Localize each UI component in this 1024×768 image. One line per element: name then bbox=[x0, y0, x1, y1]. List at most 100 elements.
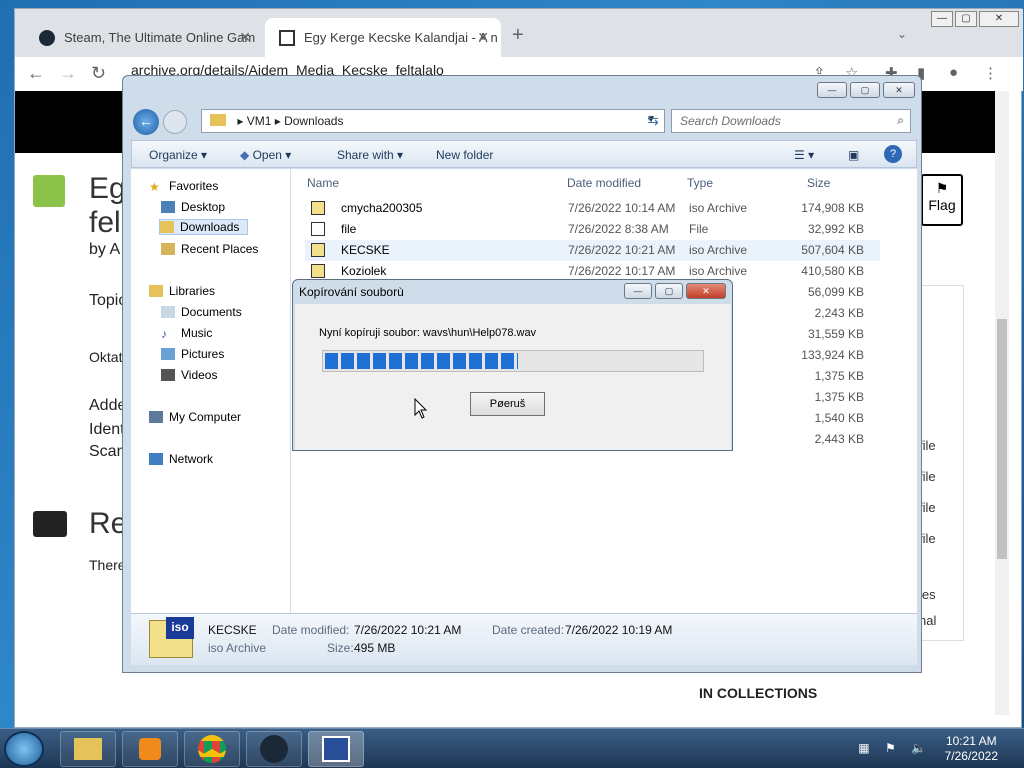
nav-pictures[interactable]: Pictures bbox=[161, 347, 224, 361]
column-name[interactable]: Name bbox=[307, 176, 339, 190]
open-button[interactable]: ◆ Open ▾ bbox=[240, 148, 291, 162]
new-folder-button[interactable]: New folder bbox=[436, 148, 493, 162]
nav-documents[interactable]: Documents bbox=[161, 305, 242, 319]
breadcrumb-separator: ▸ bbox=[274, 114, 285, 128]
maximize-button[interactable]: ▢ bbox=[955, 11, 977, 27]
minimize-button[interactable]: — bbox=[817, 82, 847, 98]
archive-icon bbox=[279, 29, 295, 46]
dialog-body: Nyní kopíruji soubor: wavs\hun\Help078.w… bbox=[295, 304, 731, 450]
profile-icon[interactable]: ● bbox=[949, 64, 958, 81]
preview-pane-icon[interactable]: ▣ bbox=[848, 148, 859, 162]
file-size: 1,375 KB bbox=[814, 390, 864, 404]
chevron-down-icon[interactable]: ⌄ bbox=[897, 27, 907, 41]
nav-downloads[interactable]: Downloads bbox=[159, 219, 249, 235]
minimize-button[interactable]: — bbox=[931, 11, 953, 27]
iso-icon-label: iso bbox=[166, 617, 194, 639]
clock-date: 7/26/2022 bbox=[944, 749, 998, 763]
help-icon[interactable]: ? bbox=[884, 145, 902, 163]
file-size: 133,924 KB bbox=[801, 348, 864, 362]
address-bar[interactable]: ▸ VM1 ▸ Downloads ▼ bbox=[201, 109, 665, 133]
share-with-button[interactable]: Share with ▾ bbox=[337, 148, 403, 162]
back-button[interactable]: ← bbox=[133, 109, 159, 135]
flag-button[interactable]: ⚑ Flag bbox=[921, 174, 963, 226]
column-type[interactable]: Type bbox=[687, 176, 713, 190]
file-size: 410,580 KB bbox=[801, 264, 864, 278]
detail-type: iso Archive bbox=[208, 641, 267, 655]
nav-videos[interactable]: Videos bbox=[161, 368, 217, 382]
column-size[interactable]: Size bbox=[807, 176, 830, 190]
file-size: 31,559 KB bbox=[807, 327, 864, 341]
media-player-icon bbox=[139, 738, 161, 760]
close-button[interactable]: ✕ bbox=[979, 11, 1019, 27]
scrollbar-thumb[interactable] bbox=[997, 319, 1007, 559]
column-date-modified[interactable]: Date modified bbox=[567, 176, 641, 190]
detail-name: KECSKE bbox=[208, 623, 257, 637]
copy-status-text: Nyní kopíruji soubor: wavs\hun\Help078.w… bbox=[319, 327, 537, 339]
taskbar-chrome[interactable] bbox=[184, 731, 240, 767]
forward-icon[interactable]: → bbox=[59, 63, 77, 84]
copy-dialog: Kopírování souborù — ▢ ✕ Nyní kopíruji s… bbox=[292, 279, 733, 451]
refresh-icon[interactable]: ⇆ bbox=[641, 109, 665, 133]
file-name: cmycha200305 bbox=[341, 201, 423, 215]
downloads-folder-icon bbox=[160, 221, 174, 233]
author-line[interactable]: by A bbox=[89, 241, 120, 259]
file-row[interactable]: file 7/26/2022 8:38 AM File 32,992 KB bbox=[305, 219, 880, 240]
file-row[interactable]: KECSKE 7/26/2022 10:21 AM iso Archive 507,6… bbox=[305, 240, 880, 261]
taskbar-media-player[interactable] bbox=[122, 731, 178, 767]
organize-label: Organize bbox=[149, 148, 198, 162]
breadcrumb-vm1[interactable]: VM1 bbox=[247, 114, 272, 128]
taskbar-explorer[interactable] bbox=[60, 731, 116, 767]
close-icon[interactable]: ✕ bbox=[477, 29, 489, 46]
search-input[interactable]: Search Downloads ⌕ bbox=[671, 109, 911, 133]
nav-libraries[interactable]: Libraries bbox=[149, 284, 215, 298]
computer-icon bbox=[149, 411, 163, 423]
added-text: Adde bbox=[89, 397, 127, 414]
taskbar-installer[interactable] bbox=[308, 731, 364, 767]
system-tray-icons[interactable]: ▦ ⚑ 🔈 bbox=[858, 741, 932, 755]
maximize-button[interactable]: ▢ bbox=[655, 283, 683, 299]
tab-title: Steam, The Ultimate Online Gam bbox=[64, 30, 256, 45]
dialog-title: Kopírování souborù bbox=[299, 285, 404, 299]
star-icon: ★ bbox=[149, 180, 160, 194]
nav-recent-places[interactable]: Recent Places bbox=[161, 242, 258, 256]
file-size: 1,540 KB bbox=[814, 411, 864, 425]
topic-text: Topic bbox=[89, 292, 127, 309]
file-type: File bbox=[689, 222, 709, 236]
file-row[interactable]: cmycha200305 7/26/2022 10:14 AM iso Archiv… bbox=[305, 198, 880, 219]
organize-button[interactable]: Organize ▾ bbox=[149, 148, 207, 162]
nav-label: Desktop bbox=[181, 200, 226, 214]
breadcrumb-downloads[interactable]: Downloads bbox=[284, 114, 343, 128]
nav-music[interactable]: ♪ Music bbox=[161, 326, 212, 341]
file-type: iso Archive bbox=[689, 264, 748, 278]
taskbar-steam[interactable] bbox=[246, 731, 302, 767]
search-placeholder: Search Downloads bbox=[680, 114, 781, 128]
nav-network[interactable]: Network bbox=[149, 452, 213, 466]
network-icon bbox=[149, 453, 163, 465]
back-icon[interactable]: ← bbox=[27, 63, 45, 84]
nav-my-computer[interactable]: My Computer bbox=[149, 410, 241, 424]
detail-size-label: Size: bbox=[327, 641, 354, 655]
abort-button[interactable]: Pøeruš bbox=[470, 392, 545, 416]
minimize-button[interactable]: — bbox=[624, 283, 652, 299]
reload-icon[interactable]: ↻ bbox=[91, 63, 106, 84]
tab-steam[interactable]: Steam, The Ultimate Online Gam ✕ bbox=[25, 18, 263, 57]
page-scrollbar[interactable] bbox=[995, 91, 1009, 715]
file-size: 1,375 KB bbox=[814, 369, 864, 383]
file-size: 507,604 KB bbox=[801, 243, 864, 257]
file-type: iso Archive bbox=[689, 243, 748, 257]
close-icon[interactable]: ✕ bbox=[239, 29, 251, 46]
forward-button[interactable] bbox=[163, 110, 187, 134]
new-tab-button[interactable]: + bbox=[512, 24, 524, 47]
tab-archive[interactable]: Egy Kerge Kecske Kalandjai - A n ✕ bbox=[265, 18, 501, 57]
start-button[interactable] bbox=[4, 731, 44, 767]
clock[interactable]: 10:21 AM 7/26/2022 bbox=[945, 734, 998, 764]
nav-label: Recent Places bbox=[181, 242, 259, 256]
view-icon[interactable]: ☰ ▾ bbox=[794, 148, 814, 162]
nav-label: Network bbox=[169, 452, 214, 466]
maximize-button[interactable]: ▢ bbox=[850, 82, 880, 98]
menu-icon[interactable]: ⋮ bbox=[983, 64, 998, 82]
nav-desktop[interactable]: Desktop bbox=[161, 200, 225, 214]
close-button[interactable]: ✕ bbox=[883, 82, 915, 98]
close-button[interactable]: ✕ bbox=[686, 283, 726, 299]
nav-favorites[interactable]: ★ Favorites bbox=[149, 179, 218, 194]
